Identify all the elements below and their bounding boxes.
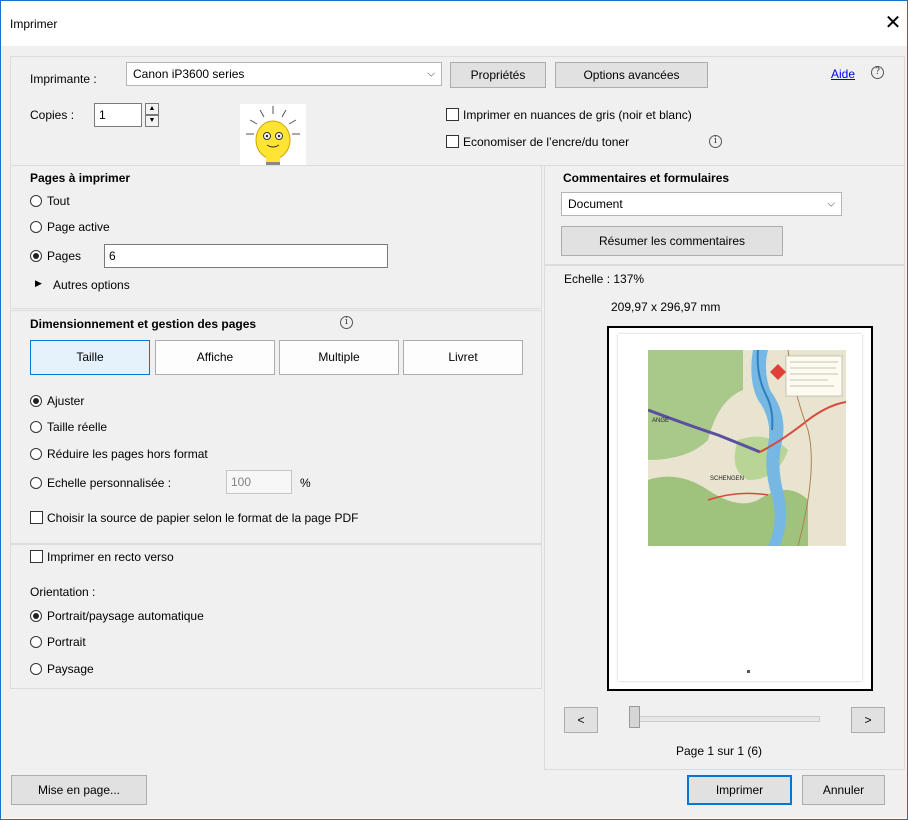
tab-multiple[interactable]: Multiple [279, 340, 399, 375]
current-page-label: Page active [47, 220, 110, 234]
landscape-label: Paysage [47, 662, 94, 676]
sizing-heading: Dimensionnement et gestion des pages [30, 317, 257, 331]
map-label-schengen: SCHENGEN [710, 476, 744, 482]
custom-scale-input[interactable]: 100 [226, 470, 292, 494]
page-dot [747, 670, 750, 673]
grayscale-label: Imprimer en nuances de gris (noir et bla… [463, 108, 692, 122]
percent-label: % [300, 476, 311, 490]
map-label-ange: ANGE [652, 418, 669, 424]
close-icon[interactable]: ✕ [881, 11, 905, 35]
summarize-comments-button[interactable]: Résumer les commentaires [561, 226, 783, 256]
current-page-radio[interactable] [30, 221, 42, 233]
printer-select-value: Canon iP3600 series [133, 67, 245, 81]
fit-label: Ajuster [47, 394, 85, 408]
page-slider-thumb[interactable] [629, 706, 640, 728]
comments-heading: Commentaires et formulaires [563, 171, 730, 185]
copies-input[interactable]: 1 [94, 103, 142, 127]
page-setup-button[interactable]: Mise en page... [11, 775, 147, 805]
portrait-radio[interactable] [30, 636, 42, 648]
duplex-label: Imprimer en recto verso [47, 550, 174, 564]
previous-page-button[interactable]: < [564, 707, 598, 733]
save-ink-checkbox[interactable] [446, 135, 459, 148]
tab-booklet[interactable]: Livret [403, 340, 523, 375]
tab-poster[interactable]: Affiche [155, 340, 275, 375]
custom-scale-radio[interactable] [30, 477, 42, 489]
comments-select[interactable]: Document ⌵ [561, 192, 842, 216]
copies-label: Copies : [30, 108, 75, 122]
actual-size-label: Taille réelle [47, 420, 108, 434]
landscape-radio[interactable] [30, 663, 42, 675]
all-pages-radio[interactable] [30, 195, 42, 207]
shrink-label: Réduire les pages hors format [47, 447, 208, 461]
save-ink-label: Economiser de l’encre/du toner [463, 135, 630, 149]
printer-select[interactable]: Canon iP3600 series ⌵ [126, 62, 442, 86]
chevron-down-icon: ⌵ [827, 198, 835, 210]
paper-source-label: Choisir la source de papier selon le for… [47, 511, 359, 525]
next-page-button[interactable]: > [851, 707, 885, 733]
pages-input[interactable]: 6 [104, 244, 388, 268]
help-icon[interactable]: ? [871, 66, 884, 79]
chevron-down-icon: ⌵ [427, 68, 435, 80]
printer-label: Imprimante : [30, 72, 97, 86]
cancel-button[interactable]: Annuler [802, 775, 885, 805]
print-button[interactable]: Imprimer [687, 775, 792, 805]
auto-orientation-label: Portrait/paysage automatique [47, 609, 204, 623]
auto-orientation-radio[interactable] [30, 610, 42, 622]
duplex-checkbox[interactable] [30, 550, 43, 563]
fit-radio[interactable] [30, 395, 42, 407]
grayscale-checkbox[interactable] [446, 108, 459, 121]
more-options-label[interactable]: Autres options [53, 278, 130, 292]
actual-size-radio[interactable] [30, 421, 42, 433]
custom-scale-label: Echelle personnalisée : [47, 476, 172, 490]
map-thumbnail: SCHENGEN ANGE [648, 350, 846, 546]
tab-size[interactable]: Taille [30, 340, 150, 375]
expand-triangle-icon[interactable]: ▶ [35, 278, 42, 289]
pages-radio[interactable] [30, 250, 42, 262]
title-bar: Imprimer ✕ [1, 1, 907, 46]
orientation-label: Orientation : [30, 585, 96, 599]
portrait-label: Portrait [47, 635, 86, 649]
copies-up-arrow[interactable]: ▲ [145, 103, 159, 115]
scale-label: Echelle : 137% [564, 272, 645, 286]
paper-source-checkbox[interactable] [30, 511, 43, 524]
pages-label: Pages [47, 249, 82, 263]
advanced-options-button[interactable]: Options avancées [555, 62, 708, 88]
pages-heading: Pages à imprimer [30, 171, 131, 185]
window-title: Imprimer [10, 17, 58, 31]
shrink-radio[interactable] [30, 448, 42, 460]
dimensions-label: 209,97 x 296,97 mm [611, 300, 721, 314]
page-info-label: Page 1 sur 1 (6) [676, 744, 763, 758]
info-icon[interactable]: i [709, 135, 722, 148]
copies-down-arrow[interactable]: ▼ [145, 115, 159, 127]
help-link[interactable]: Aide [831, 67, 855, 81]
comments-select-value: Document [568, 197, 623, 211]
page-slider-track[interactable] [635, 716, 820, 722]
properties-button[interactable]: Propriétés [450, 62, 546, 88]
sizing-info-icon[interactable]: i [340, 316, 353, 329]
all-pages-label: Tout [47, 194, 70, 208]
